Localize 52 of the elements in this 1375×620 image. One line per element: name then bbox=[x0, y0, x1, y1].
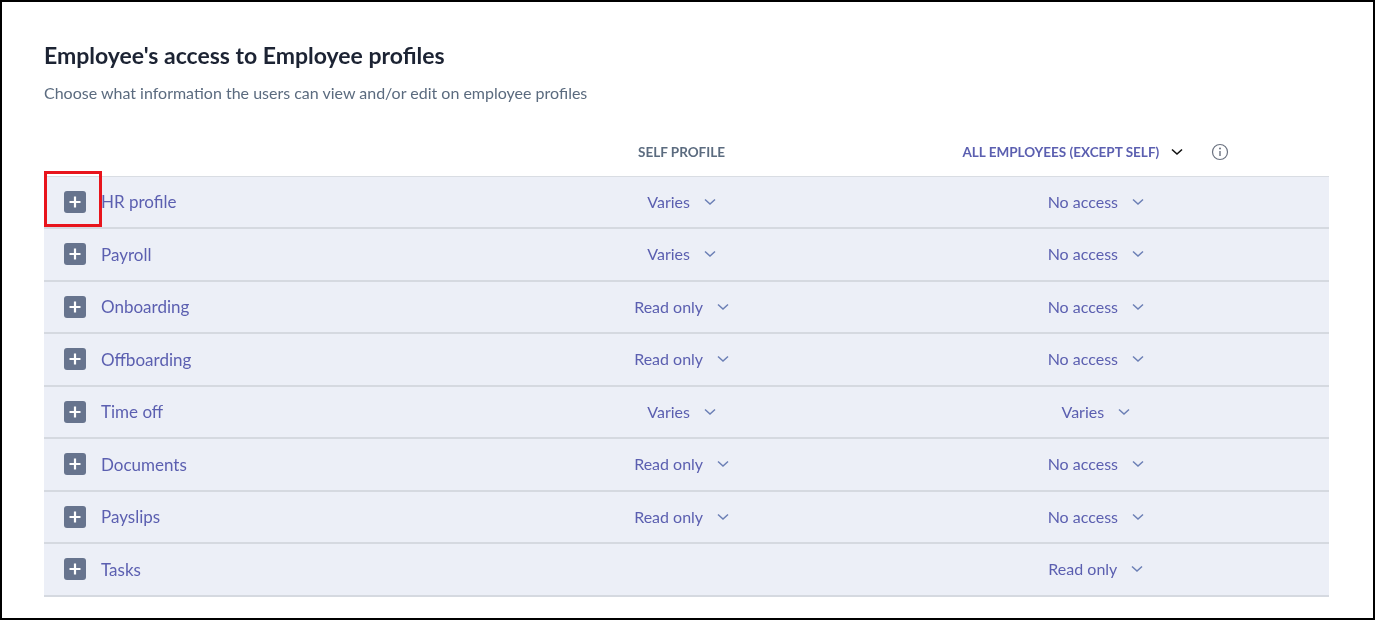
row-label[interactable]: Payslips bbox=[101, 504, 161, 530]
chevron-down-icon bbox=[1132, 302, 1145, 311]
row-label[interactable]: Onboarding bbox=[101, 294, 190, 320]
chevron-down-icon bbox=[703, 197, 716, 206]
chevron-down-icon[interactable] bbox=[1171, 148, 1184, 156]
chevron-down-icon bbox=[1132, 250, 1145, 259]
chevron-down-icon bbox=[1118, 407, 1131, 416]
chevron-down-icon bbox=[1132, 197, 1145, 206]
access-dropdown[interactable]: No access bbox=[1047, 504, 1145, 529]
expand-plus-icon[interactable] bbox=[64, 505, 86, 528]
access-dropdown[interactable]: No access bbox=[1047, 242, 1145, 267]
row-label[interactable]: HR profile bbox=[101, 189, 177, 215]
access-dropdown[interactable]: No access bbox=[1047, 189, 1145, 214]
expand-plus-icon[interactable] bbox=[64, 295, 86, 318]
chevron-down-icon bbox=[717, 302, 730, 311]
info-icon[interactable] bbox=[1211, 143, 1230, 161]
row-label[interactable]: Payroll bbox=[101, 241, 152, 267]
access-dropdown[interactable]: Varies bbox=[1061, 399, 1131, 424]
access-dropdown[interactable]: Read only bbox=[1048, 557, 1144, 582]
access-dropdown[interactable]: No access bbox=[1047, 452, 1145, 477]
expand-plus-icon[interactable] bbox=[64, 243, 86, 266]
access-dropdown[interactable]: Varies bbox=[647, 399, 716, 424]
chevron-down-icon bbox=[1132, 512, 1145, 521]
access-dropdown[interactable]: Varies bbox=[647, 189, 716, 214]
row-label[interactable]: Tasks bbox=[101, 556, 141, 582]
access-dropdown[interactable]: Read only bbox=[634, 504, 730, 529]
chevron-down-icon bbox=[1132, 460, 1145, 469]
chevron-down-icon bbox=[717, 355, 730, 364]
access-dropdown[interactable]: Read only bbox=[634, 294, 730, 319]
access-dropdown[interactable]: No access bbox=[1047, 347, 1145, 372]
chevron-down-icon bbox=[1131, 565, 1144, 574]
chevron-down-icon bbox=[1132, 355, 1145, 364]
access-dropdown[interactable]: Varies bbox=[647, 242, 716, 267]
column-header: SELF PROFILE bbox=[638, 142, 726, 162]
column-header[interactable]: ALL EMPLOYEES (EXCEPT SELF) bbox=[962, 141, 1160, 163]
chevron-down-icon bbox=[703, 407, 716, 416]
chevron-down-icon bbox=[717, 512, 730, 521]
expand-plus-icon[interactable] bbox=[64, 400, 86, 423]
access-dropdown[interactable]: No access bbox=[1047, 294, 1145, 319]
access-dropdown[interactable]: Read only bbox=[634, 452, 730, 477]
expand-plus-icon[interactable] bbox=[64, 453, 86, 476]
row-label[interactable]: Time off bbox=[101, 399, 164, 425]
access-dropdown[interactable]: Read only bbox=[634, 347, 730, 372]
chevron-down-icon bbox=[703, 250, 716, 259]
expand-plus-icon[interactable] bbox=[64, 190, 86, 213]
page-title: Employee's access to Employee profiles bbox=[44, 40, 446, 71]
expand-plus-icon[interactable] bbox=[64, 348, 86, 371]
row-label[interactable]: Offboarding bbox=[101, 346, 192, 372]
expand-plus-icon[interactable] bbox=[64, 558, 86, 581]
page-subtitle: Choose what information the users can view and/or edit on employee profiles bbox=[44, 81, 589, 104]
chevron-down-icon bbox=[717, 460, 730, 469]
row-label[interactable]: Documents bbox=[101, 451, 187, 477]
